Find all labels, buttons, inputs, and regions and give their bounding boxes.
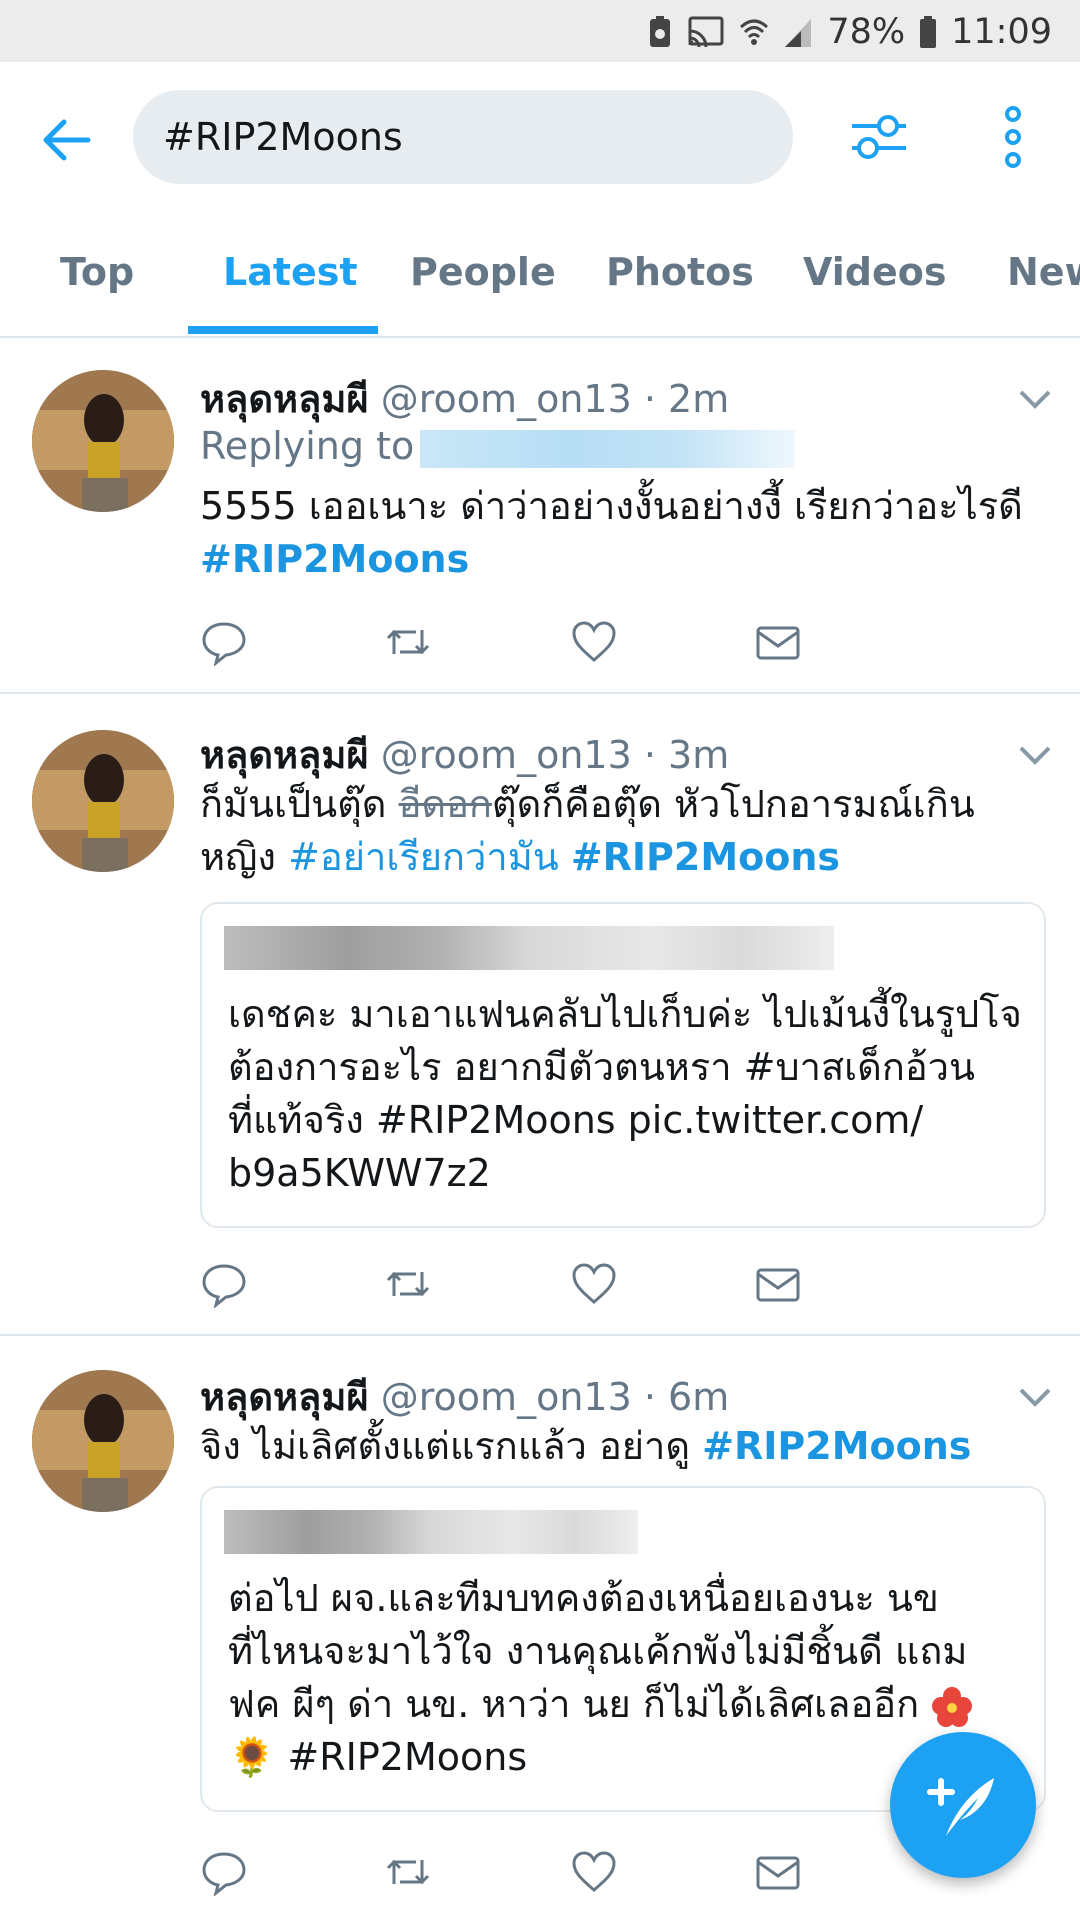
quote-line: ต่อไป ผจ.และทีมบทคงต้องเหนื่อยเองนะ นข	[228, 1576, 939, 1620]
tab-videos[interactable]: Videos	[803, 250, 946, 294]
tweet-text-part: ก็มันเป็นตุ๊ด	[200, 782, 387, 826]
heart-icon[interactable]	[570, 1260, 618, 1308]
display-name[interactable]: หลุดหลุมผี	[200, 733, 369, 777]
retweet-icon[interactable]	[384, 1260, 432, 1308]
quote-line: ที่แท้จริง #RIP2Moons pic.twitter.com/	[228, 1098, 924, 1142]
tweet-text: 5555 เออเนาะ ด่าว่าอย่างงั้นอย่างงี้ เรี…	[200, 480, 1040, 586]
avatar[interactable]	[32, 730, 174, 872]
chevron-down-icon[interactable]	[1018, 744, 1052, 768]
tweet-header: หลุดหลุมผี @room_on13 · 3m	[200, 733, 730, 777]
avatar-image	[32, 1370, 174, 1512]
compose-tweet-icon	[927, 1778, 994, 1836]
reply-icon[interactable]	[200, 618, 248, 666]
chevron-down-icon[interactable]	[1018, 388, 1052, 412]
quote-line: b9a5KWW7z2	[228, 1151, 491, 1195]
tweet-header: หลุดหลุมผี @room_on13 · 2m	[200, 377, 730, 421]
quote-line: ต้องการอะไร อยากมีตัวตนหรา #บาสเด็กอ้วน	[228, 1045, 975, 1089]
struck-text: อีดอก	[398, 782, 492, 826]
hibiscus-emoji-icon	[932, 1686, 973, 1727]
envelope-icon[interactable]	[754, 618, 802, 666]
more-vertical-icon[interactable]	[990, 106, 1036, 168]
search-header: #RIP2Moons	[0, 62, 1080, 222]
hashtag-link[interactable]: #RIP2Moons	[571, 835, 840, 879]
avatar[interactable]	[32, 370, 174, 512]
avatar-image	[32, 370, 174, 512]
redacted-mention	[420, 429, 796, 468]
tweet[interactable]: หลุดหลุมผี @room_on13 · 2m Replying to 5…	[0, 338, 1080, 694]
handle[interactable]: @room_on13	[381, 377, 632, 421]
compose-tweet-button[interactable]	[890, 1732, 1036, 1878]
redacted-quote-author	[224, 926, 834, 970]
sunflower-emoji: 🌻	[228, 1735, 276, 1779]
signal-icon	[785, 19, 812, 47]
tab-people[interactable]: People	[410, 250, 556, 294]
envelope-icon[interactable]	[754, 1848, 802, 1896]
redacted-quote-author	[224, 1510, 638, 1554]
filter-icon[interactable]	[848, 106, 910, 168]
quote-line: ที่ไหนจะมาไว้ใจ งานคุณเค้กพังไม่มีชิ้นดี…	[228, 1629, 968, 1673]
search-tabs: Top Latest People Photos Videos New	[0, 222, 1080, 338]
envelope-icon[interactable]	[754, 1260, 802, 1308]
reply-icon[interactable]	[200, 1848, 248, 1896]
battery-percent: 78%	[827, 12, 906, 52]
heart-icon[interactable]	[570, 618, 618, 666]
tab-top[interactable]: Top	[60, 250, 134, 294]
battery-icon	[920, 16, 937, 48]
avatar-image	[32, 730, 174, 872]
hashtag-link[interactable]: #RIP2Moons	[200, 537, 469, 581]
tweet-text: ก็มันเป็นตุ๊ด อีดอกตุ๊ดก็คือตุ๊ด หัวโปกอ…	[200, 778, 1040, 884]
search-input[interactable]: #RIP2Moons	[133, 90, 793, 184]
tweet-actions	[200, 618, 940, 668]
handle[interactable]: @room_on13	[381, 1375, 632, 1419]
quote-line: #RIP2Moons	[287, 1735, 528, 1779]
display-name[interactable]: หลุดหลุมผี	[200, 377, 369, 421]
wifi-icon	[740, 19, 769, 45]
tweet-text-part: ตุ๊ดก็คือตุ๊ด หัวโปกอารมณ์เกิน	[491, 782, 975, 826]
quoted-tweet-text: เดชคะ มาเอาแฟนคลับไปเก็บค่ะ ไปเม้นงี้ในร…	[228, 988, 1028, 1200]
tweet[interactable]: หลุดหลุมผี @room_on13 · 3m ก็มันเป็นตุ๊ด…	[0, 694, 1080, 1336]
timestamp[interactable]: 2m	[668, 377, 729, 421]
reply-icon[interactable]	[200, 1260, 248, 1308]
handle[interactable]: @room_on13	[381, 733, 632, 777]
replying-to-label: Replying to	[200, 424, 415, 468]
tweet-actions	[200, 1848, 940, 1898]
timestamp[interactable]: 6m	[668, 1375, 729, 1419]
tweet-text-line: 5555 เออเนาะ ด่าว่าอย่างงั้นอย่างงี้ เรี…	[200, 484, 1023, 528]
tweet-actions	[200, 1260, 940, 1310]
chevron-down-icon[interactable]	[1018, 1386, 1052, 1410]
tab-new[interactable]: New	[1007, 250, 1080, 294]
active-tab-indicator	[188, 326, 378, 334]
retweet-icon[interactable]	[384, 1848, 432, 1896]
replying-to: Replying to	[200, 424, 796, 468]
tweet-text: จิง ไม่เลิศตั้งแต่แรกแล้ว อย่าดู #RIP2Mo…	[200, 1420, 1040, 1473]
hashtag-link[interactable]: #อย่าเรียกว่ามัน	[288, 835, 559, 879]
tab-photos[interactable]: Photos	[606, 250, 754, 294]
retweet-icon[interactable]	[384, 618, 432, 666]
back-arrow-icon[interactable]	[36, 110, 96, 170]
timestamp[interactable]: 3m	[668, 733, 729, 777]
hashtag-link[interactable]: #RIP2Moons	[702, 1424, 971, 1468]
tweet-text-part: จิง ไม่เลิศตั้งแต่แรกแล้ว อย่าดู	[200, 1424, 691, 1468]
avatar[interactable]	[32, 1370, 174, 1512]
battery-saver-icon	[650, 16, 671, 47]
cast-icon	[688, 16, 724, 48]
tab-latest[interactable]: Latest	[223, 250, 358, 294]
heart-icon[interactable]	[570, 1848, 618, 1896]
tweet-header: หลุดหลุมผี @room_on13 · 6m	[200, 1375, 730, 1419]
search-query: #RIP2Moons	[163, 115, 403, 159]
quote-line: เดชคะ มาเอาแฟนคลับไปเก็บค่ะ ไปเม้นงี้ในร…	[228, 992, 1022, 1036]
display-name[interactable]: หลุดหลุมผี	[200, 1375, 369, 1419]
clock: 11:09	[951, 12, 1052, 52]
tweet-text-part: หญิง	[200, 835, 276, 879]
status-bar: 78% 11:09	[0, 0, 1080, 62]
quote-line: ฟค ผีๆ ด่า นข. หาว่า นย ก็ไม่ได้เลิศเลออ…	[228, 1682, 920, 1726]
quoted-tweet[interactable]: เดชคะ มาเอาแฟนคลับไปเก็บค่ะ ไปเม้นงี้ในร…	[200, 902, 1046, 1228]
